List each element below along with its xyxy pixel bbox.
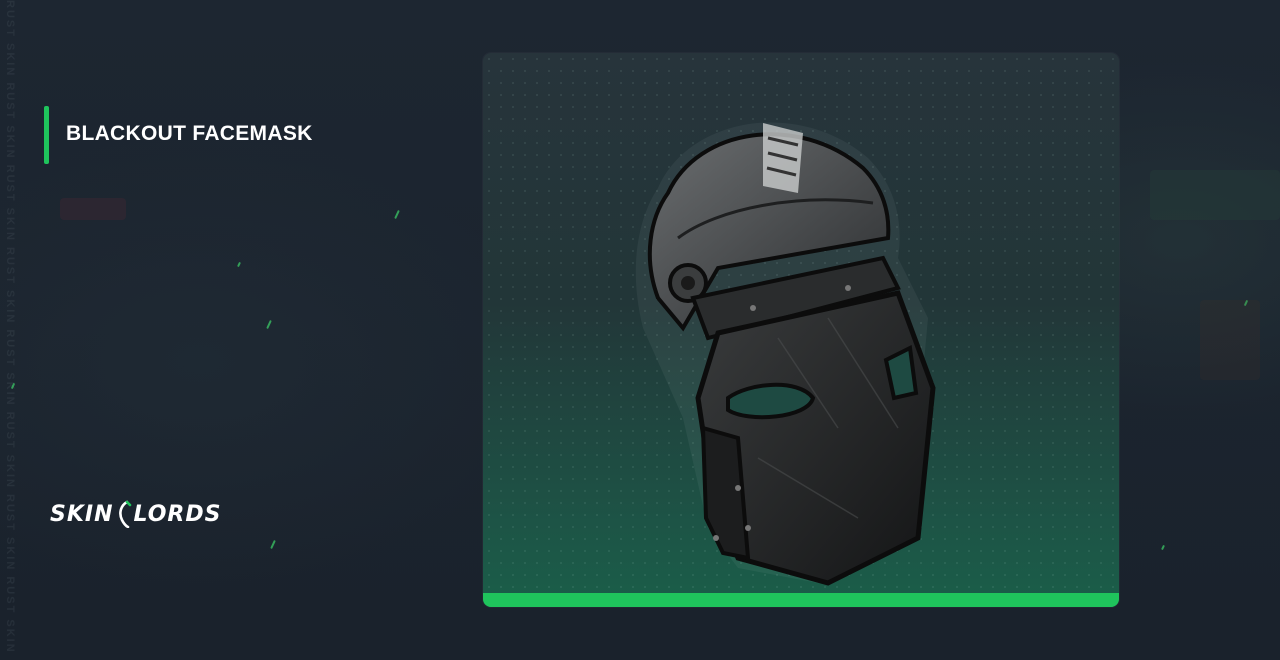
skinlords-logo[interactable]: SKIN LORDS: [50, 500, 222, 529]
title-accent-bar: [44, 106, 49, 164]
side-watermark: RUST SKIN RUST SKIN RUST SKIN RUST SKIN …: [4, 0, 16, 654]
faded-tag: [60, 198, 126, 220]
logo-mark-icon: [116, 500, 132, 529]
item-title: BLACKOUT FACEMASK: [66, 122, 313, 145]
item-card[interactable]: [483, 53, 1119, 607]
logo-text-left: SKIN: [50, 501, 114, 527]
logo-text-right: LORDS: [133, 501, 222, 527]
rarity-bar: [483, 593, 1119, 607]
blackout-facemask-image: [635, 122, 936, 586]
faded-panel: [1150, 170, 1280, 220]
faded-panel: [1200, 300, 1260, 380]
